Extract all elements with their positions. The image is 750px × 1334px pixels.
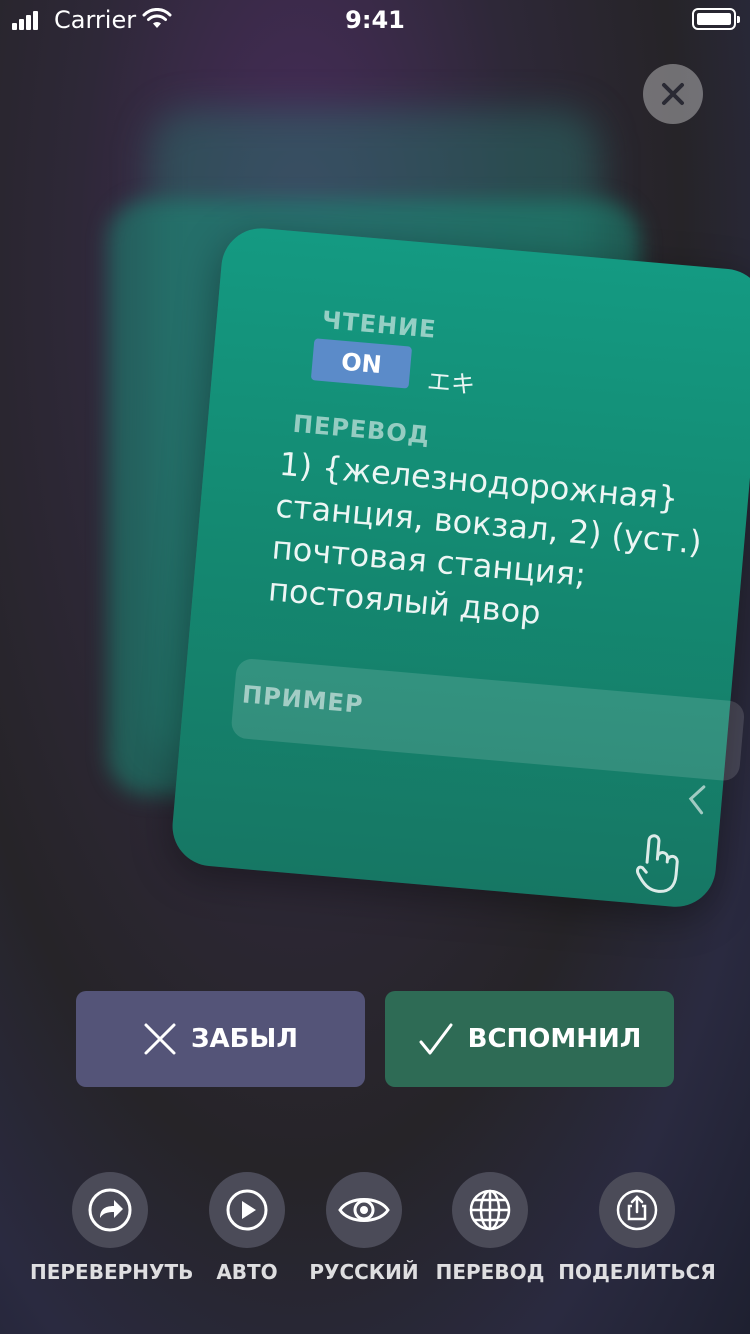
forgot-label: ЗАБЫЛ	[191, 1024, 298, 1054]
play-icon	[226, 1189, 268, 1231]
flashcard[interactable]: ЧТЕНИЕ ON エキ ПЕРЕВОД 1) {железнодорожная…	[169, 225, 750, 911]
reading-toggle[interactable]: ON	[310, 338, 413, 389]
status-bar: Carrier 9:41	[0, 0, 750, 40]
translation-text: 1) {железнодорожная} станция, вокзал, 2)…	[266, 444, 704, 632]
chevron-left-icon[interactable]	[685, 782, 708, 816]
share-icon	[616, 1189, 658, 1231]
flip-icon	[88, 1188, 132, 1232]
status-time: 9:41	[345, 6, 405, 34]
eye-icon	[338, 1198, 390, 1222]
toolbar-share[interactable]: ПОДЕЛИТЬСЯ	[557, 1172, 717, 1284]
reading-value: エキ	[425, 367, 477, 400]
battery-icon	[692, 8, 740, 30]
remember-button[interactable]: ВСПОМНИЛ	[385, 991, 674, 1087]
check-icon	[419, 1023, 453, 1055]
toolbar-translation[interactable]: ПЕРЕВОД	[410, 1172, 570, 1284]
reading-label: ЧТЕНИЕ	[320, 305, 438, 344]
remember-label: ВСПОМНИЛ	[467, 1024, 642, 1054]
toolbar-translation-label: ПЕРЕВОД	[435, 1260, 545, 1284]
example-section	[230, 657, 746, 782]
translation-label: ПЕРЕВОД	[291, 409, 432, 450]
close-icon	[662, 83, 684, 105]
tap-hand-icon	[636, 834, 679, 893]
forgot-button[interactable]: ЗАБЫЛ	[76, 991, 365, 1087]
toolbar-flip-label: ПЕРЕВЕРНУТЬ	[30, 1260, 194, 1284]
globe-icon	[469, 1189, 511, 1231]
close-button[interactable]	[643, 64, 703, 124]
cross-icon	[144, 1023, 176, 1055]
toolbar-flip[interactable]: ПЕРЕВЕРНУТЬ	[30, 1172, 194, 1284]
toolbar-share-label: ПОДЕЛИТЬСЯ	[558, 1260, 716, 1284]
